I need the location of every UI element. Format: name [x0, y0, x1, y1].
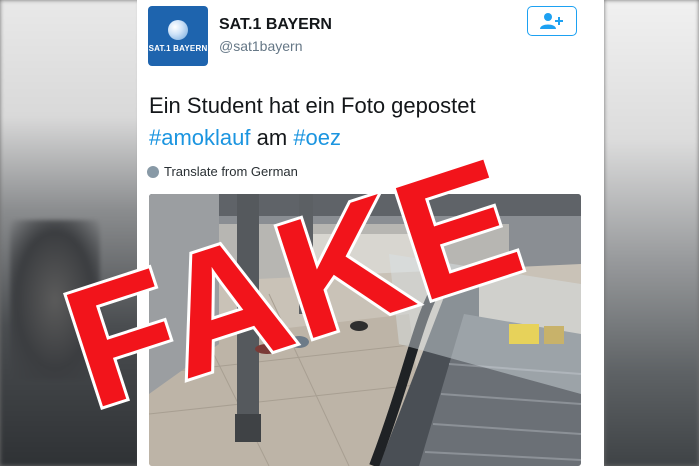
blurred-background-right: [604, 0, 699, 466]
translate-label: Translate from German: [164, 164, 298, 179]
avatar[interactable]: SAT.1 BAYERN: [148, 6, 208, 66]
display-name[interactable]: SAT.1 BAYERN: [219, 16, 332, 34]
blurred-background-left: [0, 0, 140, 466]
hashtag-oez[interactable]: #oez: [293, 125, 341, 150]
hashtag-amoklauf[interactable]: #amoklauf: [149, 125, 251, 150]
translate-link[interactable]: Translate from German: [147, 164, 298, 179]
tweet-card: SAT.1 BAYERN SAT.1 BAYERN @sat1bayern Ei…: [137, 0, 604, 466]
avatar-logo-text: SAT.1 BAYERN: [148, 43, 208, 53]
follow-button[interactable]: [527, 6, 577, 36]
tweet-text-line1: Ein Student hat ein Foto gepostet: [149, 93, 476, 118]
tweet-text: Ein Student hat ein Foto gepostet #amokl…: [149, 90, 589, 154]
globe-icon: [147, 165, 159, 178]
person-plus-icon: [540, 13, 563, 29]
user-handle[interactable]: @sat1bayern: [219, 38, 302, 54]
tweet-text-am: am: [250, 125, 294, 150]
sat1-ball-logo: [168, 19, 188, 40]
tweet-photo[interactable]: [149, 194, 581, 466]
